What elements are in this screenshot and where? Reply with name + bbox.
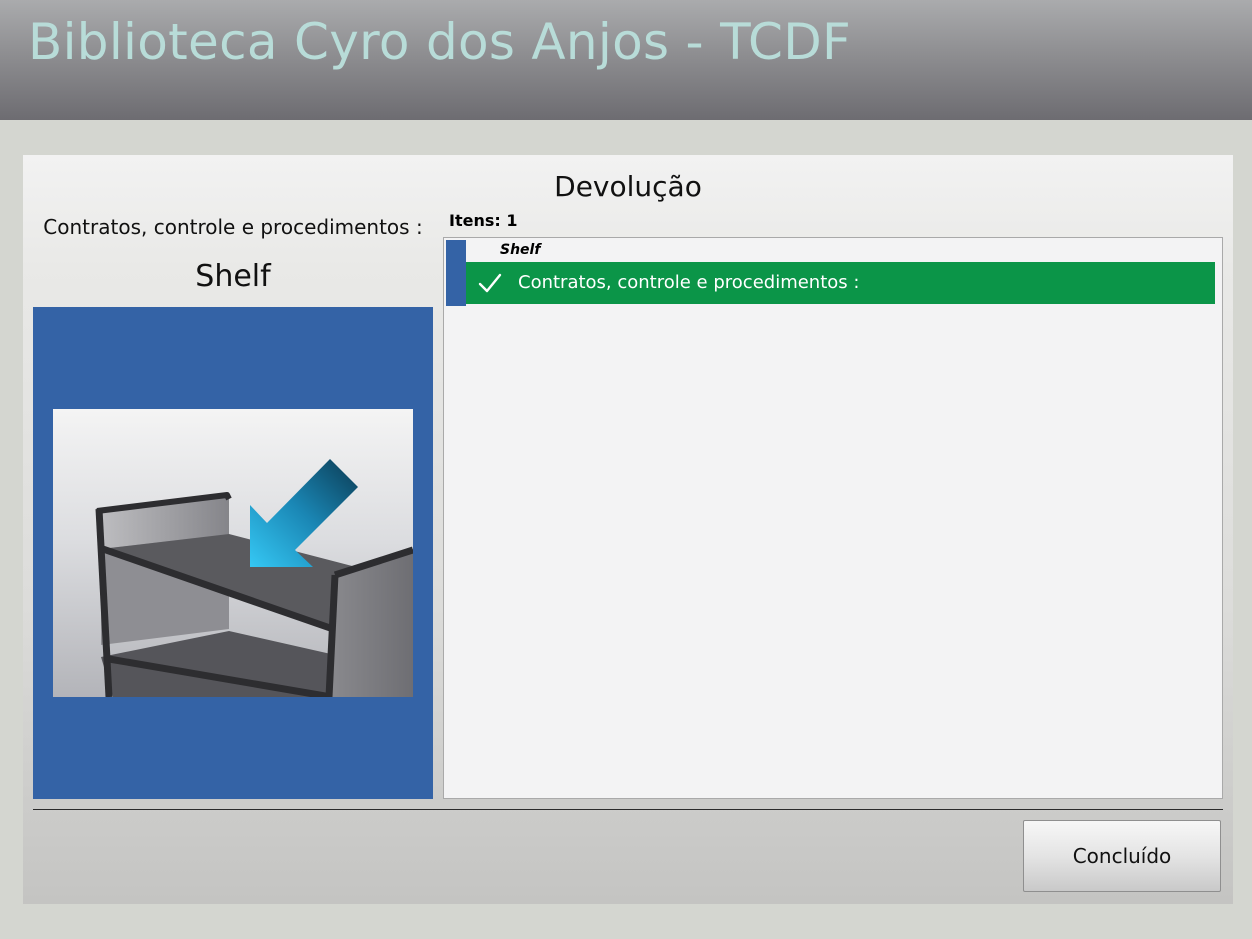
panel-title: Devolução [554,170,702,203]
returned-items-list[interactable]: Shelf Contratos, controle e procedimento… [443,237,1223,799]
group-color-marker [446,240,466,306]
items-count: Itens: 1 [449,211,518,230]
shelf-return-illustration [53,409,413,697]
list-item[interactable]: Contratos, controle e procedimentos : [466,262,1215,304]
return-panel: Devolução Contratos, controle e procedim… [23,155,1233,904]
item-title: Contratos, controle e procedimentos : [43,215,423,239]
check-icon [478,273,502,293]
done-button[interactable]: Concluído [1023,820,1221,892]
footer-divider [33,809,1223,810]
list-item-label: Contratos, controle e procedimentos : [518,272,860,293]
app-header: Biblioteca Cyro dos Anjos - TCDF [0,0,1252,120]
group-header: Shelf [500,242,541,258]
item-image-frame [33,307,433,799]
item-location-type: Shelf [195,259,271,294]
app-title: Biblioteca Cyro dos Anjos - TCDF [28,13,852,71]
